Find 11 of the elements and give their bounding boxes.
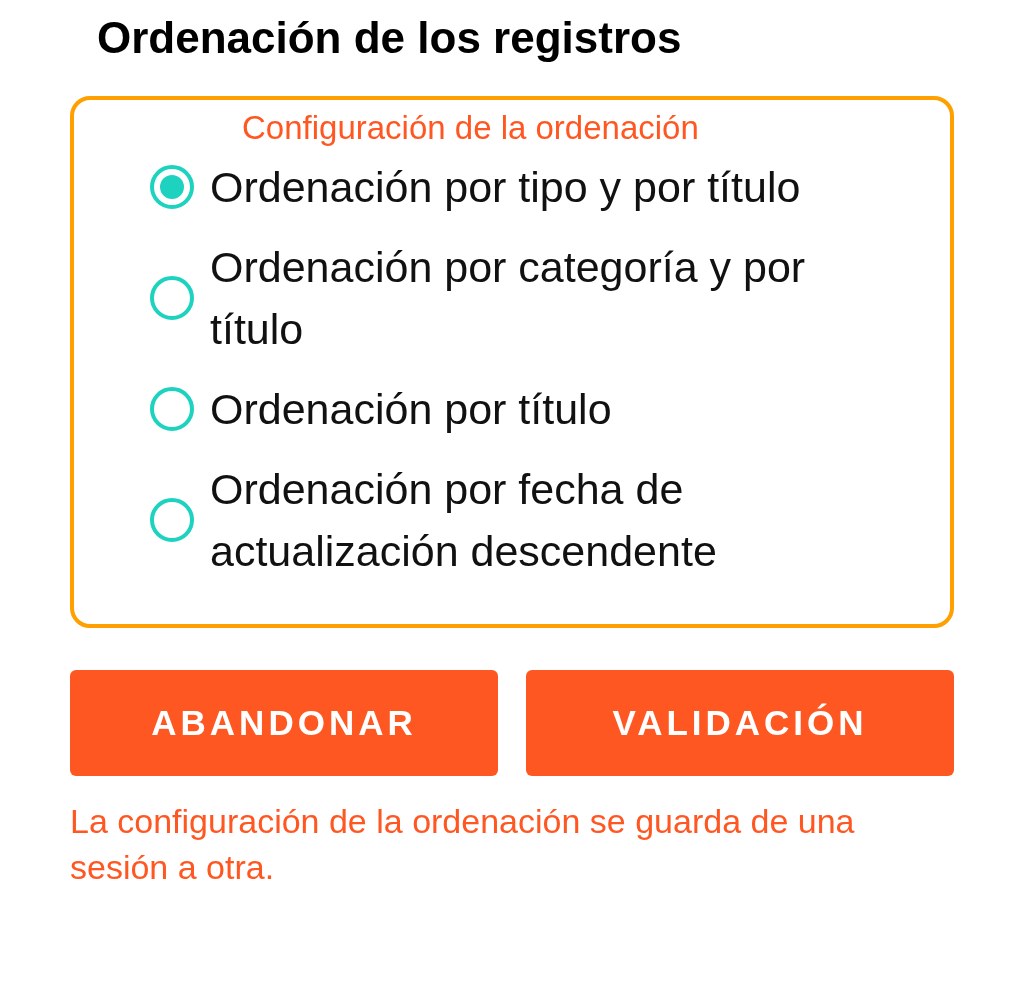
panel-legend: Configuración de la ordenación bbox=[242, 106, 699, 150]
radio-button[interactable] bbox=[150, 276, 194, 320]
option-label[interactable]: Ordenación por fecha de actualización descendente bbox=[210, 458, 850, 582]
radio-button-selected[interactable] bbox=[150, 165, 194, 209]
info-note: La configuración de la ordenación se guarda de una sesión a otra. bbox=[70, 801, 856, 888]
option-label[interactable]: Ordenación por título bbox=[210, 378, 850, 440]
radio-button[interactable] bbox=[150, 387, 194, 431]
radio-button[interactable] bbox=[150, 498, 194, 542]
option-label[interactable]: Ordenación por tipo y por título bbox=[210, 156, 850, 218]
option-label[interactable]: Ordenación por categoría y por título bbox=[210, 236, 850, 360]
dialog-title: Ordenación de los registros bbox=[97, 12, 683, 64]
